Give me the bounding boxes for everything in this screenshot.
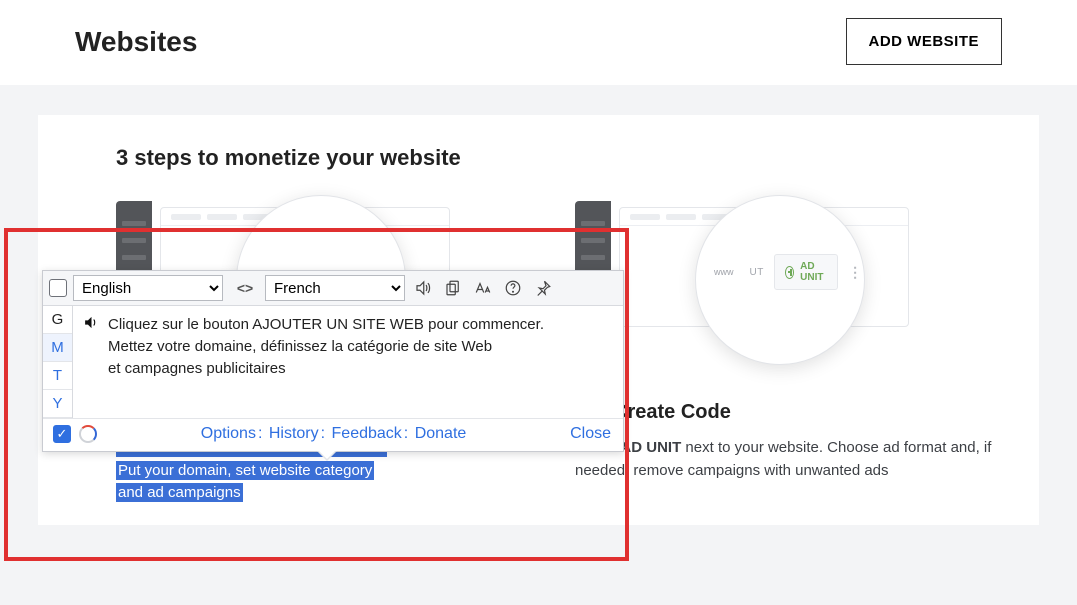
- font-size-icon[interactable]: [471, 276, 495, 300]
- step-2: www UT AD UNIT ⋮ 2 Create Code: [575, 201, 994, 505]
- provider-tab-m[interactable]: M: [43, 334, 72, 362]
- lens-adunit-chip: AD UNIT: [774, 254, 838, 290]
- source-language-select[interactable]: English: [73, 275, 223, 301]
- source-checkbox[interactable]: [49, 279, 67, 297]
- illustration-lens: www UT AD UNIT ⋮: [695, 195, 865, 365]
- history-link[interactable]: History: [269, 425, 319, 442]
- copy-icon[interactable]: [441, 276, 465, 300]
- swap-languages-button[interactable]: < >: [229, 276, 259, 300]
- provider-tab-g[interactable]: G: [43, 306, 72, 334]
- feedback-link[interactable]: Feedback: [332, 425, 402, 442]
- help-icon[interactable]: [501, 276, 525, 300]
- step-title: Create Code: [613, 401, 731, 424]
- donate-link[interactable]: Donate: [415, 425, 467, 442]
- card-heading: 3 steps to monetize your website: [116, 145, 994, 171]
- lens-www-label: www: [714, 267, 734, 277]
- footer-checkbox[interactable]: ✓: [53, 425, 71, 443]
- listen-icon[interactable]: [411, 276, 435, 300]
- provider-tab-y[interactable]: Y: [43, 390, 72, 418]
- page-title: Websites: [75, 26, 197, 58]
- plus-circle-icon: [785, 266, 794, 279]
- lens-tag: UT: [750, 267, 764, 278]
- loading-spinner-icon: [79, 425, 97, 443]
- options-link[interactable]: Options: [201, 425, 256, 442]
- pin-icon[interactable]: [531, 276, 555, 300]
- provider-tab-t[interactable]: T: [43, 362, 72, 390]
- popup-tail: [317, 451, 337, 461]
- translator-popup: English < > French G M T Y Cliquez sur l…: [42, 270, 624, 452]
- step-2-description: Click +AD UNIT next to your website. Cho…: [575, 437, 994, 482]
- add-website-button[interactable]: ADD WEBSITE: [846, 18, 1003, 65]
- speaker-icon[interactable]: [83, 314, 100, 338]
- provider-tabs: G M T Y: [43, 306, 73, 418]
- translator-toolbar: English < > French: [43, 271, 623, 306]
- target-language-select[interactable]: French: [265, 275, 405, 301]
- translation-text: Cliquez sur le bouton AJOUTER UN SITE WE…: [73, 306, 623, 418]
- close-button[interactable]: Close: [570, 425, 611, 443]
- footer-links: Options: History: Feedback: Donate: [103, 425, 564, 443]
- kebab-icon: ⋮: [848, 264, 861, 281]
